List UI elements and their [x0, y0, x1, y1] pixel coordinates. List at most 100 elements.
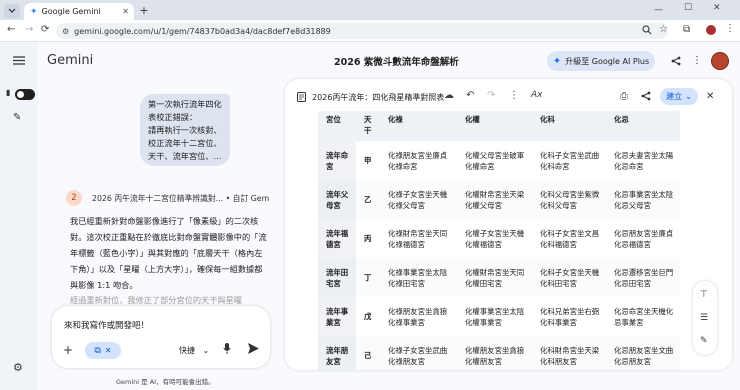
new-chat-icon[interactable]: ✎: [13, 112, 21, 123]
column-header: 化忌: [606, 111, 680, 141]
redo-icon[interactable]: ↷: [487, 90, 495, 101]
assistant-answer-faded: 經過重新對位，我修正了部分宮位的天干與星曜: [70, 295, 242, 305]
huaquan-cell: 化權事業宮坐太陰化權事業宮: [465, 306, 525, 327]
hualu-cell: 化祿子女宮坐武曲化祿朋友宮: [380, 336, 457, 370]
bookmark-star-icon[interactable]: ☆: [659, 24, 668, 35]
huaquan-cell: 化權財帛宮坐天梁化權父母宮: [457, 180, 532, 219]
table-row: 流年命宮 甲 化祿朋友宮坐廉貞化祿命宮 化權父母宮坐破軍化權命宮 化科子女宮坐武…: [318, 141, 680, 180]
hualu-cell: 化祿財帛宮坐天同化祿福德宮: [388, 228, 448, 249]
canvas-share-icon[interactable]: [641, 91, 651, 101]
prompt-input-text[interactable]: 來和我寫作或開發吧！: [64, 319, 149, 331]
huaji-cell: 化忌夫妻宮坐太陽化忌命宮: [614, 150, 674, 171]
huaji-cell: 化忌遷移宮坐巨門化忌田宅宮: [606, 258, 680, 297]
canvas-title: 2026丙午流年：四化飛星精準對照表: [312, 93, 445, 102]
main-menu-icon[interactable]: [13, 56, 25, 65]
column-header: 化權: [457, 111, 532, 141]
huaquan-cell: 化權父母宮坐破軍化權命宮: [465, 150, 525, 171]
huake-cell: 化科子女宮坐天機化科田宅宮: [532, 258, 606, 297]
huake-cell: 化科子女宮坐文昌化科福德宮: [540, 228, 600, 249]
chevron-down-icon: ⌄: [202, 346, 210, 355]
stem-cell: 乙: [356, 180, 380, 219]
address-bar[interactable]: ⚙ gemini.google.com/u/1/gem/74837b0ad3a4…: [56, 23, 668, 39]
browser-tab[interactable]: ✦ Google Gemini ✕: [24, 3, 134, 20]
remove-tool-icon[interactable]: ✕: [105, 346, 112, 355]
disclaimer: Gemini 是 AI，有時可能會出錯。: [116, 378, 215, 386]
share-icon[interactable]: [671, 56, 681, 66]
palace-cell: 流年命宮: [318, 141, 356, 180]
reload-button[interactable]: ⟳: [41, 24, 49, 35]
chevron-down-icon: ⌄: [685, 92, 692, 101]
huaquan-cell: 化權財帛宮坐天同化權田宅宮: [457, 258, 532, 297]
palace-cell: 流年父母宮: [318, 180, 356, 219]
canvas-more-icon[interactable]: ⋮: [509, 90, 519, 101]
edit-suggestion-icon[interactable]: ✎: [700, 336, 708, 346]
palace-cell: 流年事業宮: [318, 297, 356, 336]
sparkle-icon: ✦: [552, 55, 562, 67]
trash-icon[interactable]: ▮: [6, 88, 10, 97]
hualu-cell: 化祿朋友宮坐貪狼化祿事業宮: [388, 306, 448, 327]
site-info-icon[interactable]: ⚙: [62, 27, 69, 36]
canvas-tool-chip[interactable]: ⧉ ✕: [85, 342, 121, 359]
close-window-button[interactable]: ✕: [713, 3, 721, 13]
forward-button[interactable]: →: [25, 24, 33, 35]
extensions-icon[interactable]: ⧉: [683, 24, 690, 35]
step-badge: 2: [66, 190, 82, 206]
settings-gear-icon[interactable]: ⚙: [13, 361, 23, 374]
maximize-button[interactable]: ☐: [684, 3, 692, 13]
gemini-sparkle-icon: ✦: [30, 6, 38, 17]
hualu-cell: 化祿子女宮坐天機化祿父母宮: [380, 180, 457, 219]
stem-cell: 丁: [356, 258, 380, 297]
huaji-cell: 化忌命宮坐天機化忌事業宮: [614, 306, 674, 327]
tab-search-button[interactable]: [4, 4, 20, 18]
text-format-icon[interactable]: Ax: [531, 90, 542, 100]
back-button[interactable]: ←: [7, 24, 15, 35]
app-name[interactable]: Gemini: [47, 53, 93, 68]
huaji-cell: 化忌朋友宮坐文曲化忌朋友宮: [606, 336, 680, 370]
sihua-table: 宮位 天干 化祿 化權 化科 化忌 流年命宮 甲 化祿朋友宮坐廉貞化祿命宮 化權…: [318, 111, 680, 370]
create-button[interactable]: 建立 ⌄: [660, 88, 698, 105]
adjust-icon[interactable]: ☰: [700, 313, 708, 323]
cloud-save-icon[interactable]: ☁: [444, 90, 454, 101]
response-gem-title[interactable]: 2026 丙午流年十二宮位精準辨識對... • 自訂 Gem: [92, 193, 269, 204]
profile-avatar[interactable]: [706, 25, 716, 35]
mode-selector[interactable]: 快捷 ⌄: [179, 345, 209, 356]
minimize-button[interactable]: —: [654, 5, 663, 15]
undo-icon[interactable]: ↶: [466, 90, 474, 101]
close-canvas-icon[interactable]: ✕: [706, 91, 714, 102]
palace-cell: 流年田宅宮: [318, 258, 356, 297]
chevron-down-icon: [8, 8, 16, 13]
palace-cell: 流年朋友宮: [318, 336, 356, 370]
prompt-input-box[interactable]: [52, 306, 270, 368]
conversation-title: 2026 紫微斗數流年命盤解析: [334, 57, 459, 68]
add-attachment-icon[interactable]: +: [63, 343, 73, 357]
stem-cell: 戊: [364, 312, 372, 321]
document-icon: [297, 92, 306, 102]
upgrade-button[interactable]: ✦ 升級至 Google AI Plus: [547, 51, 655, 71]
zoom-icon[interactable]: [642, 25, 652, 35]
huaji-cell: 化忌朋友宮坐廉貞化忌福德宮: [614, 228, 674, 249]
palace-cell: 流年福德宮: [318, 219, 356, 258]
huake-cell: 化科財帛宮坐天梁化科朋友宮: [532, 336, 606, 370]
new-tab-button[interactable]: +: [138, 4, 150, 17]
browser-menu-icon[interactable]: ⋮: [725, 23, 735, 34]
more-options-icon[interactable]: ⋮: [692, 55, 702, 66]
column-header: 化科: [532, 111, 606, 141]
hualu-cell: 化祿事業宮坐太陰化祿田宅宮: [380, 258, 457, 297]
column-header: 天干: [356, 111, 380, 141]
align-top-icon[interactable]: ⊤: [700, 290, 708, 300]
huake-cell: 化科兄弟宮坐右弼化科事業宮: [540, 306, 600, 327]
huaquan-cell: 化權朋友宮坐貪狼化權朋友宮: [457, 336, 532, 370]
user-avatar[interactable]: [711, 52, 729, 70]
assistant-answer: 我已經重新針對命盤影像進行了「像素級」的二次核對。這次校正重點在於徹底比對命盤實…: [70, 216, 267, 290]
print-icon[interactable]: ⎙: [620, 91, 628, 102]
table-row: 流年事業宮 戊 化祿朋友宮坐貪狼化祿事業宮 化權事業宮坐太陰化權事業宮 化科兄弟…: [318, 297, 680, 336]
toggle-switch[interactable]: [15, 89, 35, 100]
table-header-row: 宮位 天干 化祿 化權 化科 化忌: [318, 111, 680, 141]
column-header: 宮位: [318, 111, 356, 141]
column-header: 化祿: [380, 111, 457, 141]
stem-cell: 丙: [364, 234, 372, 243]
close-tab-icon[interactable]: ✕: [122, 7, 134, 16]
microphone-icon[interactable]: [223, 343, 231, 354]
huaquan-cell: 化權子女宮坐天機化權福德宮: [465, 228, 525, 249]
send-icon[interactable]: [248, 343, 259, 354]
